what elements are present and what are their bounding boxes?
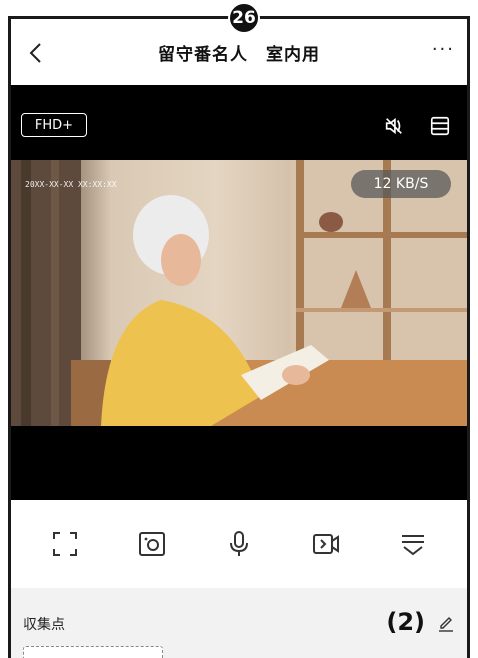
record-video-icon[interactable] <box>311 529 341 559</box>
snapshot-icon[interactable] <box>137 529 167 559</box>
expand-menu-icon[interactable] <box>398 529 428 559</box>
mute-speaker-icon[interactable] <box>383 115 405 137</box>
more-options-icon[interactable]: ··· <box>432 39 455 60</box>
bitrate-badge: 12 KB/S <box>351 170 451 198</box>
camera-video-feed[interactable]: 20XX-XX-XX XX:XX:XX 12 KB/S <box>11 160 467 426</box>
step-badge: 26 <box>228 2 260 34</box>
callout-number: (2) <box>386 608 425 636</box>
control-toolbar <box>11 500 467 588</box>
fullscreen-icon[interactable] <box>50 529 80 559</box>
collection-point-panel: 収集点 (2) <box>11 588 467 658</box>
page-title: 留守番名人 室内用 <box>158 44 320 65</box>
microphone-icon[interactable] <box>224 529 254 559</box>
video-timestamp: 20XX-XX-XX XX:XX:XX <box>25 180 117 189</box>
layout-icon[interactable] <box>429 115 451 137</box>
phone-frame: 留守番名人 室内用 ··· FHD+ 20XX-XX-XX XX:XX:XX 1… <box>8 16 470 658</box>
video-bottom-bar <box>11 426 467 500</box>
quality-button[interactable]: FHD+ <box>21 113 87 137</box>
edit-pencil-icon[interactable] <box>437 614 455 632</box>
collection-point-label: 収集点 <box>23 617 65 633</box>
collection-point-slot[interactable] <box>23 646 163 658</box>
video-scene-image <box>11 160 467 426</box>
back-arrow-icon[interactable] <box>25 41 49 65</box>
